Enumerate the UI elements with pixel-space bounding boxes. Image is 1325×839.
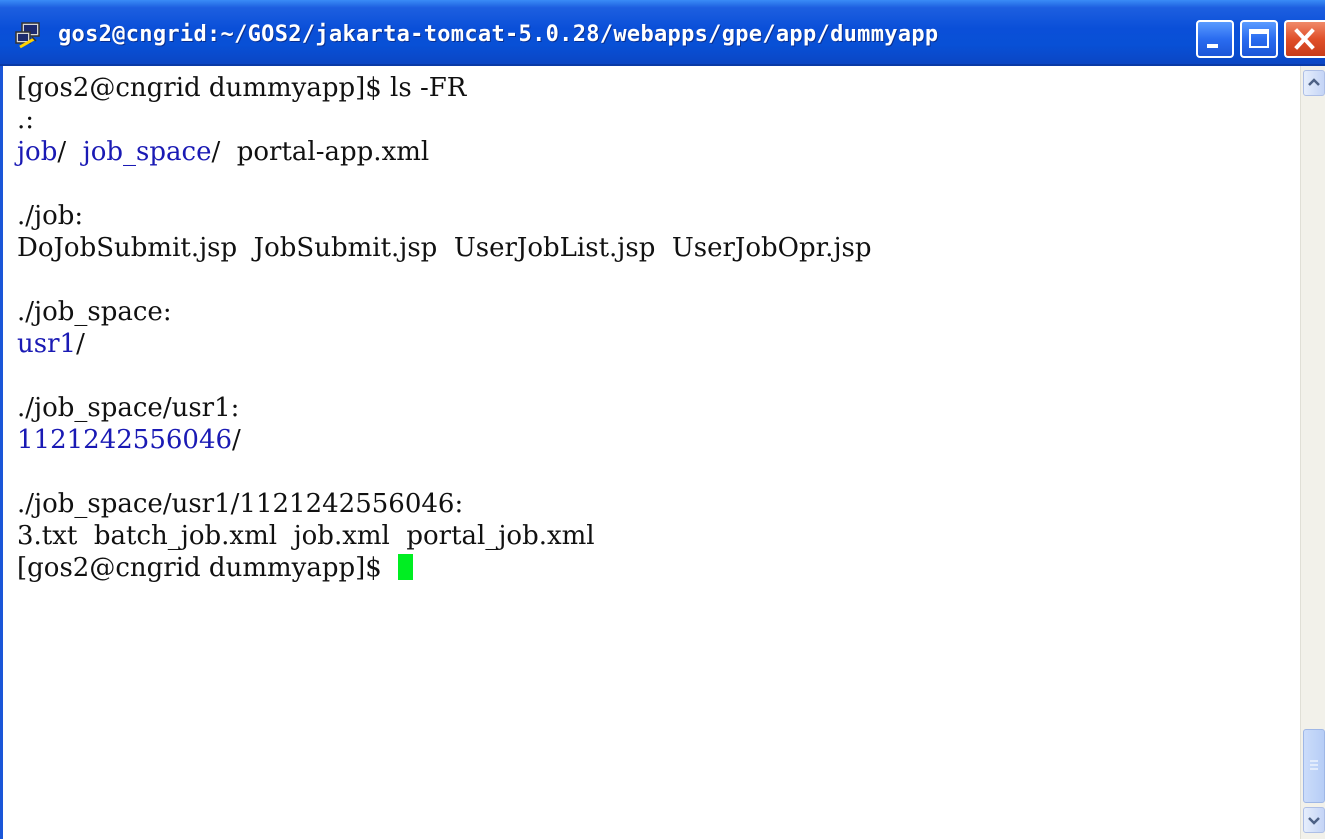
directory-name: job (17, 137, 58, 167)
terminal-window: gos2@cngrid:~/GOS2/jakarta-tomcat-5.0.28… (0, 0, 1325, 839)
terminal-line: [gos2@cngrid dummyapp]$ (17, 552, 414, 584)
directory-name: 1121242556046 (17, 425, 233, 455)
terminal-line: ./job: (17, 200, 83, 232)
command-text: [gos2@cngrid dummyapp]$ ls -FR (17, 73, 467, 103)
terminal-line: 3.txt batch_job.xml job.xml portal_job.x… (17, 520, 595, 552)
grip-icon (1310, 760, 1318, 770)
terminal-line: DoJobSubmit.jsp JobSubmit.jsp UserJobLis… (17, 232, 872, 264)
maximize-button[interactable] (1240, 20, 1278, 58)
output-text: DoJobSubmit.jsp JobSubmit.jsp UserJobLis… (17, 233, 872, 263)
maximize-icon (1249, 29, 1269, 48)
title-bar[interactable]: gos2@cngrid:~/GOS2/jakarta-tomcat-5.0.28… (0, 0, 1325, 66)
scroll-down-button[interactable] (1303, 807, 1325, 833)
output-text: / (232, 425, 241, 455)
terminal-line: ./job_space/usr1/1121242556046: (17, 488, 463, 520)
terminal-output[interactable]: [gos2@cngrid dummyapp]$ ls -FR .: job/ j… (0, 66, 1300, 839)
terminal-line: job/ job_space/ portal-app.xml (17, 136, 429, 168)
terminal-line: ./job_space: (17, 296, 172, 328)
putty-icon[interactable] (14, 21, 42, 49)
window-title: gos2@cngrid:~/GOS2/jakarta-tomcat-5.0.28… (58, 22, 939, 47)
terminal-line: ./job_space/usr1: (17, 392, 239, 424)
terminal-cursor[interactable] (398, 554, 414, 580)
directory-name: job_space (82, 137, 212, 167)
output-text: ./job_space/usr1: (17, 393, 240, 423)
output-text: ./job_space/usr1/1121242556046: (17, 489, 464, 519)
output-text: .: (17, 105, 35, 135)
output-text: / (76, 329, 85, 359)
terminal-line: [gos2@cngrid dummyapp]$ ls -FR (17, 72, 466, 104)
scroll-up-button[interactable] (1303, 70, 1325, 96)
close-icon (1294, 28, 1315, 50)
output-text: ./job_space: (17, 297, 172, 327)
terminal-line: .: (17, 104, 34, 136)
arrow-down-icon (1308, 817, 1320, 825)
output-text: / (57, 137, 83, 167)
output-text: / portal-app.xml (211, 137, 430, 167)
vertical-scrollbar[interactable] (1300, 66, 1325, 839)
scrollbar-thumb[interactable] (1303, 729, 1325, 803)
terminal-line: usr1/ (17, 328, 85, 360)
minimize-button[interactable] (1196, 20, 1234, 58)
prompt-text: [gos2@cngrid dummyapp]$ (17, 553, 391, 583)
arrow-up-icon (1308, 78, 1320, 86)
close-button[interactable] (1284, 20, 1325, 58)
output-text: ./job: (17, 201, 84, 231)
minimize-icon (1207, 44, 1218, 48)
directory-name: usr1 (17, 329, 77, 359)
terminal-line: 1121242556046/ (17, 424, 241, 456)
output-text: 3.txt batch_job.xml job.xml portal_job.x… (17, 521, 595, 551)
